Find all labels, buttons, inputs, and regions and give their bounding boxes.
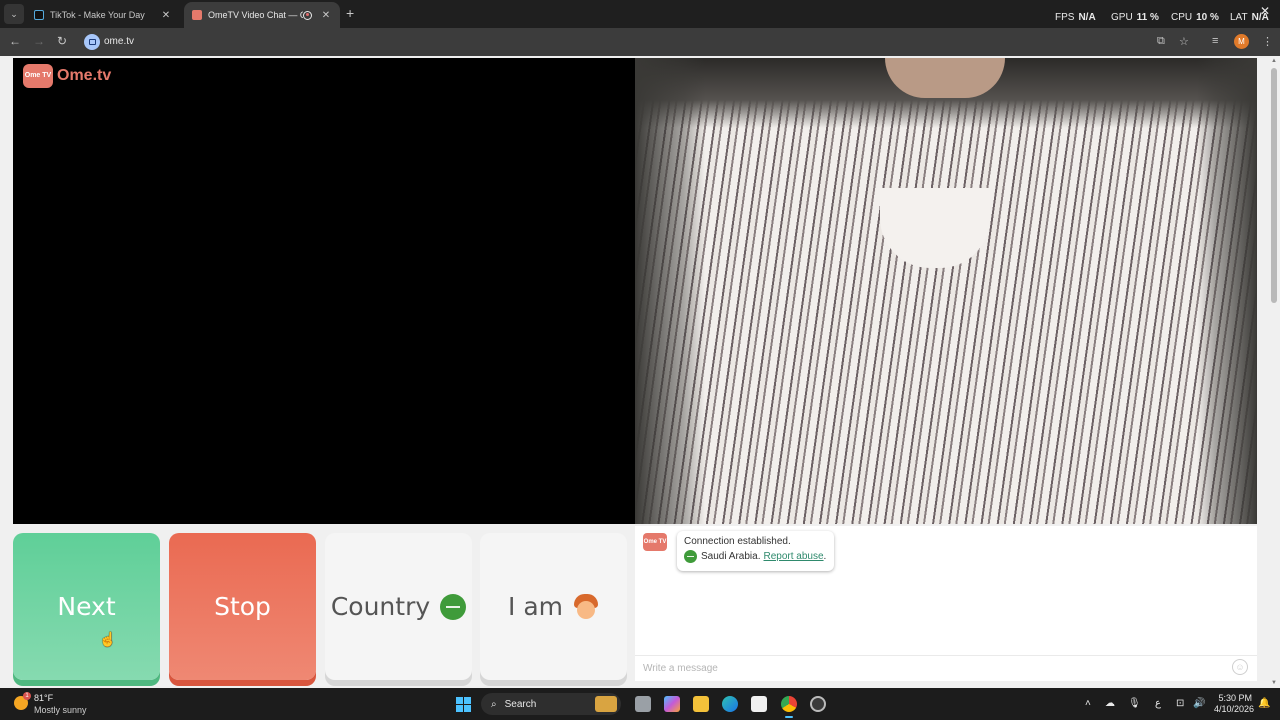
install-app-icon[interactable]: ⧉ (1157, 35, 1165, 48)
close-tab-icon[interactable]: ✕ (160, 10, 172, 21)
temperature[interactable]: 81°F (34, 693, 53, 703)
window-close-icon[interactable]: ✕ (1260, 4, 1270, 18)
perf-cpu: CPU 10 % (1171, 12, 1219, 23)
network-icon[interactable]: ⊡ (1176, 698, 1184, 709)
search-label: Search (504, 698, 537, 710)
next-label: Next (57, 592, 116, 621)
new-tab-button[interactable]: + (346, 5, 354, 21)
tray-overflow-icon[interactable]: ˄ (1085, 698, 1091, 709)
recording-indicator-icon (303, 10, 312, 20)
copilot-icon[interactable] (664, 696, 680, 712)
search-highlight-icon (595, 696, 617, 712)
partner-collar (880, 188, 990, 268)
browser-tab-bar: ⌄ TikTok - Make Your Day ✕ OmeTV Video C… (0, 0, 1280, 28)
logo-tv-icon: Ome TV (23, 64, 53, 88)
scroll-thumb[interactable] (1271, 68, 1277, 303)
system-message: Connection established. Saudi Arabia. Re… (677, 531, 834, 571)
clock[interactable]: 5:30 PM 4/10/2026 (1214, 693, 1255, 715)
edge-icon[interactable] (722, 696, 738, 712)
country-label: Country (330, 592, 431, 621)
next-button[interactable]: Next (13, 533, 160, 680)
gender-label: I am (508, 592, 563, 621)
tab-title: TikTok - Make Your Day (50, 10, 145, 20)
obs-icon[interactable] (810, 696, 826, 712)
volume-icon[interactable]: 🔊 (1193, 698, 1205, 709)
reload-icon[interactable]: ↻ (57, 34, 67, 48)
notifications-icon[interactable]: 🔔 (1258, 698, 1270, 709)
address-bar[interactable]: ome.tv (104, 36, 134, 47)
perf-gpu: GPU 11 % (1111, 12, 1159, 23)
chair-left (635, 58, 705, 524)
hand-cursor-icon: ☝ (99, 631, 117, 647)
reading-list-icon[interactable]: ≡ (1212, 35, 1218, 47)
menu-kebab-icon[interactable]: ⋮ (1262, 35, 1273, 48)
scroll-up-icon[interactable]: ▲ (1271, 58, 1277, 64)
windows-start-icon[interactable] (456, 697, 471, 712)
time: 5:30 PM (1218, 693, 1252, 703)
chair-right (1197, 58, 1257, 524)
tab-title: OmeTV Video Chat — Ome (208, 10, 303, 20)
country-button[interactable]: Country (325, 533, 472, 680)
browser-toolbar: ← → ↻ ome.tv ⧉ ☆ ≡ M ⋮ (0, 28, 1280, 56)
weather-badge: 1 (23, 692, 31, 700)
close-tab-icon[interactable]: ✕ (320, 10, 332, 21)
report-abuse-link[interactable]: Report abuse (764, 551, 824, 562)
keyboard-language-icon[interactable]: ع (1155, 698, 1161, 709)
ometv-logo[interactable]: Ome TV Ome.tv (23, 64, 111, 88)
stop-button[interactable]: Stop (169, 533, 316, 680)
tiktok-favicon-icon (34, 10, 44, 20)
taskbar: 1 81°F Mostly sunny ⌕ Search ˄ ☁ 🎙 ع ⊡ 🔊… (0, 688, 1280, 720)
ometv-favicon-icon (192, 10, 202, 20)
chrome-icon[interactable] (781, 696, 797, 718)
taskbar-search[interactable]: ⌕ Search (481, 693, 621, 715)
saudi-flag-icon (684, 550, 697, 563)
scroll-down-icon[interactable]: ▼ (1271, 680, 1277, 686)
gender-button[interactable]: I am (480, 533, 627, 680)
microphone-icon[interactable]: 🎙 (1128, 698, 1141, 709)
search-icon: ⌕ (491, 698, 497, 710)
tab-ometv[interactable]: OmeTV Video Chat — Ome ✕ (184, 2, 340, 28)
page-scrollbar[interactable]: ▲ ▼ (1268, 56, 1280, 688)
message-input[interactable]: Write a message (635, 655, 1257, 681)
partner-country: Saudi Arabia. (701, 551, 761, 562)
site-camera-icon[interactable] (84, 34, 100, 50)
emoji-icon[interactable]: ☺ (1232, 659, 1248, 675)
forward-icon[interactable]: → (33, 34, 45, 48)
file-explorer-icon[interactable] (693, 696, 709, 712)
store-icon[interactable] (751, 696, 767, 712)
partner-video (635, 58, 1257, 524)
task-view-icon[interactable] (635, 696, 651, 712)
tab-tiktok[interactable]: TikTok - Make Your Day ✕ (26, 2, 180, 28)
stop-label: Stop (214, 592, 271, 621)
date: 4/10/2026 (1214, 704, 1255, 714)
page: Ome TV Ome.tv Next Stop Country I am ☝ O… (0, 56, 1280, 688)
connection-status: Connection established. (684, 536, 791, 547)
onedrive-icon[interactable]: ☁ (1105, 698, 1115, 709)
profile-avatar[interactable]: M (1234, 34, 1249, 49)
back-icon[interactable]: ← (9, 34, 21, 48)
perf-fps: FPS N/A (1055, 12, 1096, 23)
bookmark-star-icon[interactable]: ☆ (1179, 35, 1189, 48)
report-suffix: . (823, 551, 827, 562)
weather-condition[interactable]: Mostly sunny (34, 705, 87, 715)
own-video: Ome TV Ome.tv (13, 58, 635, 524)
tab-search-button[interactable]: ⌄ (4, 4, 24, 24)
chat-panel: Ome TV Connection established. Saudi Ara… (635, 526, 1257, 681)
saudi-flag-icon (440, 593, 467, 620)
chat-ometv-icon: Ome TV (643, 533, 667, 551)
boy-face-icon (573, 593, 599, 620)
logo-text: Ome.tv (57, 67, 112, 84)
